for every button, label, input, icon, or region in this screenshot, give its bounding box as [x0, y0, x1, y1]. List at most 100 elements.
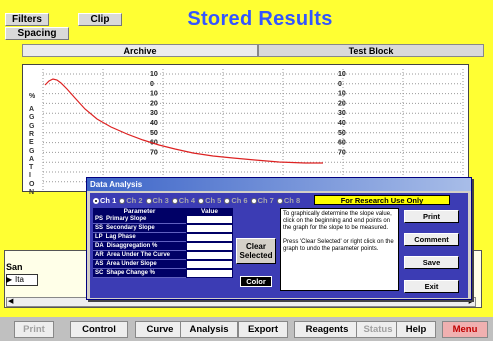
- table-row[interactable]: ▶ Ita: [6, 274, 38, 286]
- channel-radio-5[interactable]: Ch 5: [198, 196, 221, 205]
- parameter-code: LP: [95, 234, 103, 240]
- nav-reagents-button[interactable]: Reagents: [294, 321, 360, 338]
- left-scale-tick-label: 50: [150, 130, 158, 137]
- channel-label: Ch 7: [257, 196, 274, 205]
- parameter-label: Primary Slope: [106, 216, 147, 222]
- channel-radio-2[interactable]: Ch 2: [119, 196, 143, 205]
- parameter-header: Parameter: [123, 208, 156, 215]
- parameter-row: AR Area Under The Curve: [93, 251, 233, 260]
- channel-radio-3[interactable]: Ch 3: [145, 196, 169, 205]
- left-scale-tick-label: 30: [150, 110, 158, 117]
- right-scale-tick-label: 10: [338, 71, 346, 78]
- parameter-value-field[interactable]: [186, 215, 233, 224]
- right-scale-tick-label: 50: [338, 130, 346, 137]
- row-value: Ita: [15, 275, 24, 284]
- print-button[interactable]: Print: [404, 210, 459, 223]
- data-analysis-dialog: Data Analysis Ch 1 Ch 2 Ch 3 Ch 4 Ch 5 Ch 6 Ch…: [86, 177, 472, 300]
- right-scale-tick-label: 40: [338, 120, 346, 127]
- color-button[interactable]: Color: [240, 276, 272, 287]
- parameter-code: DA: [95, 243, 104, 249]
- parameter-name[interactable]: AS Area Under Slope: [93, 260, 186, 269]
- instructions-paragraph-1: To graphically determine the slope value…: [283, 211, 392, 232]
- parameter-label: Lag Phase: [105, 234, 136, 240]
- nav-control-button[interactable]: Control: [70, 321, 128, 338]
- clip-button[interactable]: Clip: [78, 13, 122, 26]
- parameter-value-field[interactable]: [186, 224, 233, 233]
- dialog-title: Data Analysis: [87, 178, 471, 191]
- parameter-name[interactable]: DA Disaggregation %: [93, 242, 186, 251]
- right-scale-tick-label: 70: [338, 149, 346, 156]
- value-header: Value: [201, 208, 218, 215]
- row-pointer-icon: ▶: [6, 275, 13, 284]
- left-scale-tick-label: 70: [150, 149, 158, 156]
- radio-icon: [276, 197, 283, 204]
- nav-menu-button[interactable]: Menu: [442, 321, 488, 338]
- channel-label: Ch 1: [100, 196, 117, 205]
- parameter-name[interactable]: LP Lag Phase: [93, 233, 186, 242]
- channel-label: Ch 4: [178, 196, 196, 205]
- parameter-value-field[interactable]: [186, 269, 233, 278]
- parameter-code: AS: [95, 261, 104, 267]
- parameter-name[interactable]: PS Primary Slope: [93, 215, 186, 224]
- radio-icon: [171, 197, 178, 204]
- nav-status-button[interactable]: Status: [356, 321, 400, 338]
- radio-icon: [198, 197, 205, 204]
- research-use-label: For Research Use Only: [314, 195, 450, 205]
- parameter-value-field[interactable]: [186, 260, 233, 269]
- instructions-paragraph-2: Press 'Clear Selected' or right click on…: [283, 238, 394, 252]
- sample-column-header: San: [6, 262, 23, 272]
- channel-radio-4[interactable]: Ch 4: [171, 196, 196, 205]
- parameter-name[interactable]: SS Secondary Slope: [93, 224, 186, 233]
- comment-button[interactable]: Comment: [404, 233, 459, 246]
- main-window: Filters Clip Spacing Stored Results Arch…: [0, 0, 493, 317]
- left-scale-tick-label: 0: [150, 81, 154, 88]
- parameter-value-field[interactable]: [186, 233, 233, 242]
- clear-selected-button[interactable]: Clear Selected: [236, 238, 276, 264]
- radio-icon: [224, 197, 231, 204]
- nav-help-button[interactable]: Help: [396, 321, 436, 338]
- dialog-body: Ch 1 Ch 2 Ch 3 Ch 4 Ch 5 Ch 6 Ch 7 Ch 8 For Res…: [90, 193, 468, 298]
- channel-radio-7[interactable]: Ch 7: [250, 196, 274, 205]
- exit-button[interactable]: Exit: [404, 280, 459, 293]
- parameter-table: Parameter Value PS Primary Slope SS Seconda…: [93, 208, 233, 278]
- tab-archive[interactable]: Archive: [22, 44, 258, 57]
- parameter-code: SC: [95, 270, 104, 276]
- parameter-code: SS: [95, 225, 104, 231]
- parameter-label: Shape Change %: [106, 270, 156, 276]
- channel-radio-1[interactable]: Ch 1: [93, 196, 116, 205]
- parameter-value-field[interactable]: [186, 251, 233, 260]
- parameter-table-header: Parameter Value: [93, 208, 233, 215]
- nav-curve-button[interactable]: Curve: [135, 321, 185, 338]
- right-scale-tick-label: 60: [338, 140, 346, 147]
- left-scale-tick-label: 40: [150, 120, 158, 127]
- parameter-label: Area Under Slope: [106, 261, 157, 267]
- right-scale-tick-label: 20: [338, 100, 346, 107]
- right-scale-tick-label: 10: [338, 91, 346, 98]
- nav-print-button[interactable]: Print: [14, 321, 54, 338]
- parameter-name[interactable]: AR Area Under The Curve: [93, 251, 186, 260]
- parameter-name[interactable]: SC Shape Change %: [93, 269, 186, 278]
- radio-icon: [119, 197, 126, 204]
- parameter-code: PS: [95, 216, 104, 222]
- parameter-value-field[interactable]: [186, 242, 233, 251]
- channel-label: Ch 6: [231, 196, 248, 205]
- radio-icon: [145, 197, 152, 204]
- parameter-code: AR: [95, 252, 104, 258]
- right-scale-tick-label: 30: [338, 110, 346, 117]
- tab-test-block[interactable]: Test Block: [258, 44, 484, 57]
- left-scale-tick-label: 10: [150, 91, 158, 98]
- channel-label: Ch 8: [283, 196, 301, 205]
- channel-radio-8[interactable]: Ch 8: [276, 196, 301, 205]
- aggregation-curve[interactable]: [44, 78, 323, 164]
- instructions-text: To graphically determine the slope value…: [280, 208, 399, 291]
- filters-button[interactable]: Filters: [5, 13, 49, 26]
- nav-export-button[interactable]: Export: [238, 321, 288, 338]
- parameter-row: PS Primary Slope: [93, 215, 233, 224]
- page-title: Stored Results: [187, 8, 333, 30]
- scroll-left-icon[interactable]: ◀: [8, 297, 13, 305]
- aggregation-graph[interactable]: % AGGREGATION 10 0 10 20 30 40 50 60 70 10 0 10 20 30…: [22, 64, 469, 196]
- spacing-button[interactable]: Spacing: [5, 27, 69, 40]
- channel-radio-6[interactable]: Ch 6: [224, 196, 248, 205]
- save-button[interactable]: Save: [404, 256, 459, 269]
- nav-analysis-button[interactable]: Analysis: [180, 321, 238, 338]
